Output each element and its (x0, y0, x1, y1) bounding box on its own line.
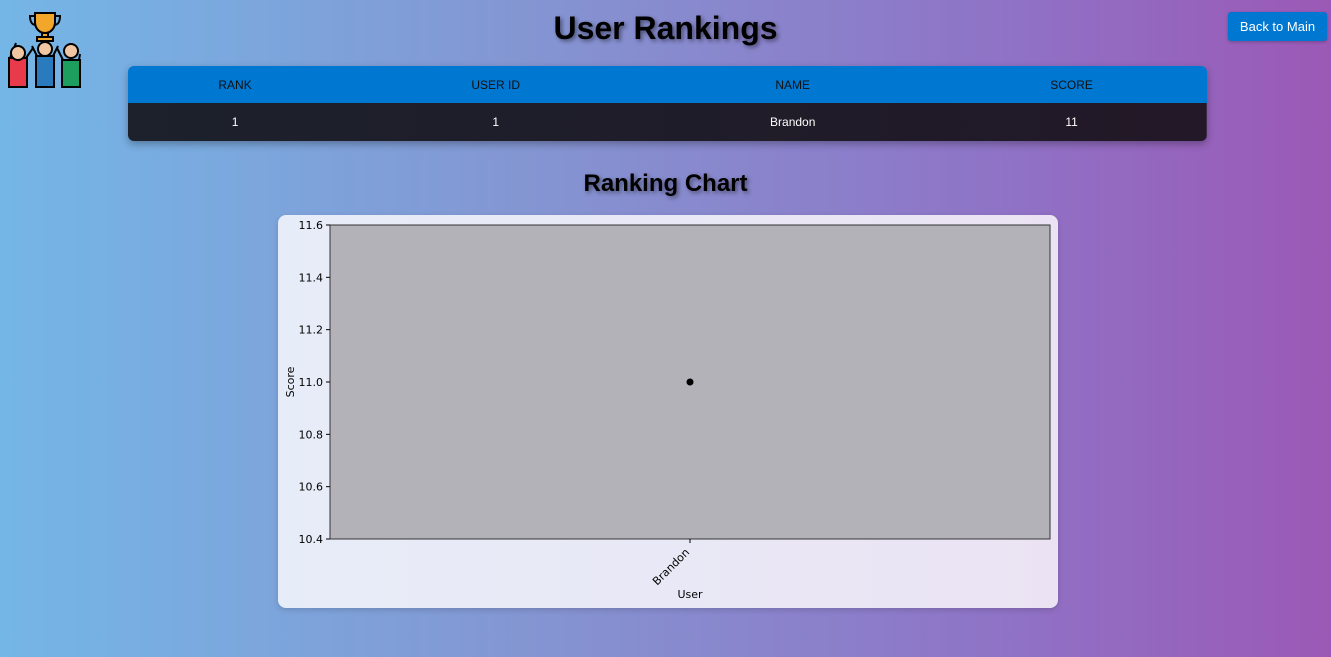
cell-score: 11 (1065, 115, 1078, 129)
ranking-chart-card: 10.4 10.6 10.8 11.0 11.2 11.4 11.6 Brandon User S… (278, 215, 1058, 608)
back-to-main-button[interactable]: Back to Main (1228, 12, 1327, 41)
y-tick-label: 11.2 (299, 324, 324, 337)
page-title: User Rankings (553, 10, 778, 46)
x-tick-label: Brandon (650, 546, 692, 588)
column-header-user-id: User ID (471, 77, 521, 92)
column-header-name: Name (775, 77, 811, 92)
rankings-table: Rank User ID Name Score 1 1 Brandon 11 (128, 66, 1207, 141)
x-axis-label: User (677, 588, 703, 601)
y-tick-label: 11.4 (299, 271, 324, 284)
column-header-score: Score (1050, 77, 1093, 92)
ranking-chart: 10.4 10.6 10.8 11.0 11.2 11.4 11.6 BrandonUser S… (284, 219, 1051, 601)
y-axis-label: Score (284, 366, 297, 397)
y-tick-label: 10.8 (299, 428, 324, 441)
table-row: 1 1 Brandon 11 (128, 103, 1207, 141)
cell-rank: 1 (231, 115, 239, 129)
data-point (686, 378, 694, 386)
y-tick-label: 10.4 (299, 533, 324, 546)
y-tick-label: 11.0 (299, 376, 324, 389)
column-header-rank: Rank (218, 77, 252, 92)
table-header-row: Rank User ID Name Score (128, 66, 1207, 103)
y-tick-label: 10.6 (299, 481, 324, 494)
chart-section-title: Ranking Chart (583, 170, 748, 197)
cell-name: Brandon (770, 115, 816, 129)
y-tick-label: 11.6 (299, 219, 324, 232)
cell-user-id: 1 (492, 115, 500, 129)
people-icon (8, 41, 81, 88)
